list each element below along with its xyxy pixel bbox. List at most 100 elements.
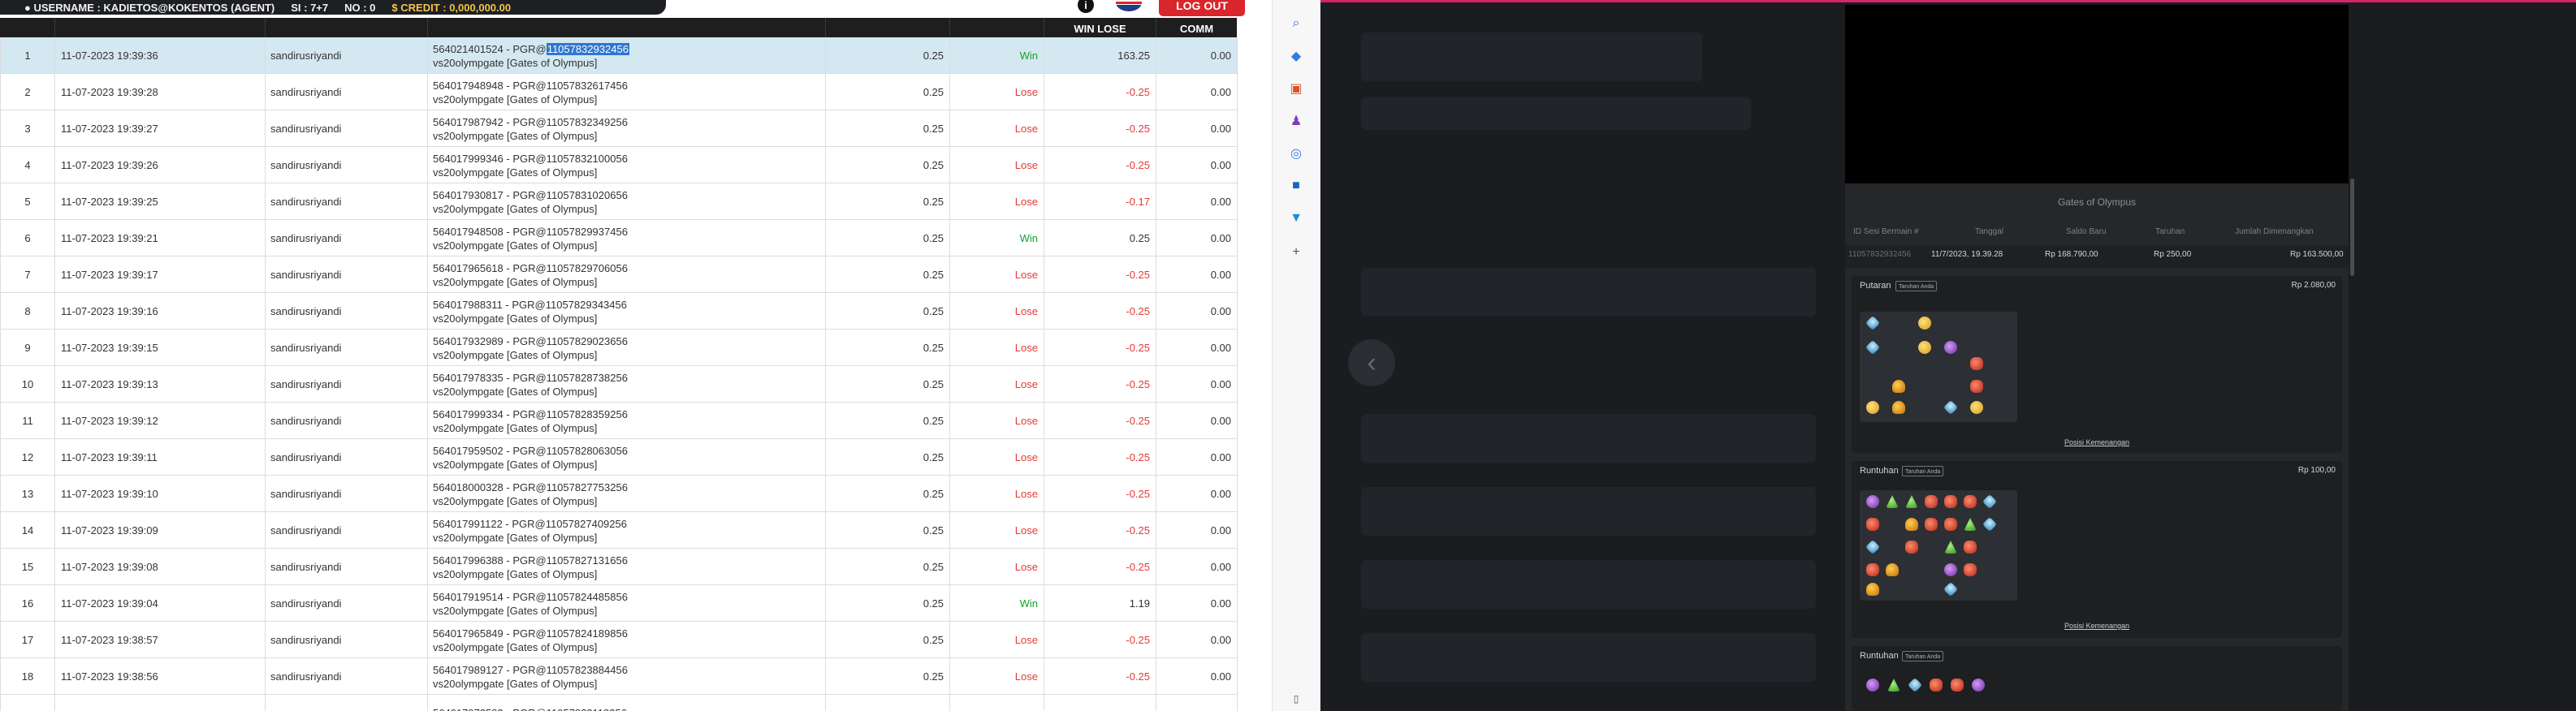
row-bet	[826, 695, 950, 711]
table-row[interactable]: 13 11-07-2023 19:39:10 sandirusriyandi 5640…	[0, 476, 1238, 512]
chess-icon[interactable]: ♟	[1287, 112, 1305, 130]
col-date-header	[54, 18, 265, 37]
row-game: 564017930817 - PGR@11057831020656 vs20oly…	[428, 183, 826, 220]
section-amount: Rp 2.080,00	[2291, 281, 2336, 290]
row-game-id: 564017919514 - PGR@11057824485856	[433, 590, 628, 604]
row-status: Win	[950, 220, 1044, 256]
col-comm-header[interactable]: COMM	[1156, 18, 1237, 37]
toolbox-icon[interactable]: ▣	[1287, 80, 1305, 97]
winning-position-link[interactable]: Posisi Kemenangan	[1852, 438, 2342, 446]
symbol-icon	[1944, 495, 1957, 508]
outlook-icon[interactable]: ■	[1287, 177, 1305, 195]
stat-2: NO : 0	[344, 1, 376, 14]
uk-flag-icon[interactable]	[1116, 0, 1142, 11]
plus-icon[interactable]: +	[1287, 243, 1305, 261]
table-row[interactable]: 10 11-07-2023 19:39:13 sandirusriyandi 5640…	[0, 366, 1238, 403]
section-amount: Rp 100,00	[2297, 466, 2336, 475]
col-game-header	[427, 18, 825, 37]
table-row[interactable]: 4 11-07-2023 19:39:26 sandirusriyandi 56401…	[0, 147, 1238, 183]
row-commission: 0.00	[1156, 476, 1238, 512]
table-row[interactable]: 1 11-07-2023 19:39:36 sandirusriyandi 56402…	[0, 37, 1238, 74]
row-number: 6	[1, 220, 55, 256]
winning-position-link[interactable]: Posisi Kemenangan	[1852, 622, 2342, 630]
row-win-lose	[1044, 695, 1156, 711]
stat-1: SI : 7+7	[291, 1, 329, 14]
symbol-icon	[1866, 401, 1879, 414]
symbol-icon	[1964, 495, 1977, 508]
table-row[interactable]: 8 11-07-2023 19:39:16 sandirusriyandi 56401…	[0, 293, 1238, 330]
bg-panel	[1361, 487, 1816, 536]
hdr-bet: Taruhan	[2155, 227, 2185, 236]
row-win-lose: 163.25	[1044, 37, 1156, 74]
table-row[interactable]: 7 11-07-2023 19:39:17 sandirusriyandi 56401…	[0, 256, 1238, 293]
row-commission: 0.00	[1156, 330, 1238, 366]
sidebar-icon[interactable]: ▯	[1287, 690, 1305, 708]
table-row[interactable]: 6 11-07-2023 19:39:21 sandirusriyandi 56401…	[0, 220, 1238, 256]
row-commission: 0.00	[1156, 256, 1238, 293]
credit-label: $ CREDIT : 0,000,000.00	[391, 1, 512, 14]
table-row[interactable]: 17 11-07-2023 19:38:57 sandirusriyandi 5640…	[0, 622, 1238, 658]
row-commission: 0.00	[1156, 549, 1238, 585]
row-status: Lose	[950, 476, 1044, 512]
row-game-name: vs20olympgate [Gates of Olympus]	[433, 56, 598, 69]
game-id-text: 564017959502 - PGR@11057828063056	[433, 444, 628, 457]
table-row[interactable]: 15 11-07-2023 19:39:08 sandirusriyandi 5640…	[0, 549, 1238, 585]
row-bet: 0.25	[826, 110, 950, 147]
row-game-id: 564017991122 - PGR@11057827409256	[433, 517, 627, 531]
symbol-icon	[1982, 516, 1998, 532]
row-commission: 0.00	[1156, 403, 1238, 439]
tag-icon[interactable]: ◆	[1287, 47, 1305, 65]
row-status: Lose	[950, 549, 1044, 585]
table-row[interactable]: 564017972593 - PGR@11057823118256	[0, 695, 1238, 711]
symbol-icon	[1866, 679, 1879, 692]
globe-icon[interactable]: ◎	[1287, 144, 1305, 162]
symbol-icon	[1944, 541, 1957, 554]
logout-button[interactable]: LOG OUT	[1159, 0, 1245, 16]
row-win-lose: -0.25	[1044, 256, 1156, 293]
row-game-name: vs20olympgate [Gates of Olympus]	[433, 93, 598, 106]
table-row[interactable]: 16 11-07-2023 19:39:04 sandirusriyandi 5640…	[0, 585, 1238, 622]
screen: ● USERNAME : KADIETOS@KOKENTOS (AGENT) S…	[0, 0, 2576, 711]
table-row[interactable]: 3 11-07-2023 19:39:27 sandirusriyandi 56401…	[0, 110, 1238, 147]
table-row[interactable]: 12 11-07-2023 19:39:11 sandirusriyandi 5640…	[0, 439, 1238, 476]
row-username: sandirusriyandi	[266, 585, 428, 622]
symbol-icon	[1866, 518, 1879, 531]
table-row[interactable]: 14 11-07-2023 19:39:09 sandirusriyandi 5640…	[0, 512, 1238, 549]
table-row[interactable]: 18 11-07-2023 19:38:56 sandirusriyandi 5640…	[0, 658, 1238, 695]
game-id-text: 564017948948 - PGR@11057832617456	[433, 79, 628, 92]
browser-sidebar: ⌕ ◆ ▣ ♟ ◎ ■ ▼ + ▯	[1272, 0, 1320, 711]
username-label: ● USERNAME : KADIETOS@KOKENTOS (AGENT)	[24, 1, 275, 14]
panel-scrollbar[interactable]	[2350, 179, 2354, 276]
info-icon[interactable]: i	[1078, 0, 1094, 13]
search-icon[interactable]: ⌕	[1287, 15, 1305, 32]
row-date: 11-07-2023 19:39:09	[55, 512, 266, 549]
symbol-icon	[1982, 493, 1998, 510]
back-arrow-icon[interactable]: ‹	[1348, 339, 1395, 386]
col-winlose-header[interactable]: WIN LOSE	[1044, 18, 1156, 37]
table-row[interactable]: 9 11-07-2023 19:39:15 sandirusriyandi 56401…	[0, 330, 1238, 366]
row-status: Lose	[950, 512, 1044, 549]
val-won: Rp 163.500,00	[2290, 250, 2344, 259]
row-bet: 0.25	[826, 585, 950, 622]
row-game: 564017988311 - PGR@11057829343456 vs20oly…	[428, 293, 826, 330]
row-win-lose: -0.25	[1044, 74, 1156, 110]
row-username: sandirusriyandi	[266, 256, 428, 293]
row-status: Lose	[950, 366, 1044, 403]
row-game-name: vs20olympgate [Gates of Olympus]	[433, 604, 598, 617]
row-win-lose: -0.25	[1044, 330, 1156, 366]
symbol-icon	[1905, 495, 1918, 508]
game-id-text: 564017999334 - PGR@11057828359256	[433, 407, 628, 420]
symbol-icon	[1970, 401, 1983, 414]
row-game-name: vs20olympgate [Gates of Olympus]	[433, 421, 598, 434]
symbol-icon	[1930, 679, 1943, 692]
row-username: sandirusriyandi	[266, 512, 428, 549]
table-row[interactable]: 11 11-07-2023 19:39:12 sandirusriyandi 5640…	[0, 403, 1238, 439]
game-id-text: 564017948508 - PGR@11057829937456	[433, 225, 628, 238]
table-row[interactable]: 5 11-07-2023 19:39:25 sandirusriyandi 56401…	[0, 183, 1238, 220]
shopping-icon[interactable]: ▼	[1287, 209, 1305, 227]
game-id-text: 564017991122 - PGR@11057827409256	[433, 517, 627, 530]
table-row[interactable]: 2 11-07-2023 19:39:28 sandirusriyandi 56401…	[0, 74, 1238, 110]
bg-panel	[1361, 97, 1751, 130]
row-game-id: 564017965849 - PGR@11057824189856	[433, 627, 628, 640]
symbol-icon	[1886, 495, 1899, 508]
